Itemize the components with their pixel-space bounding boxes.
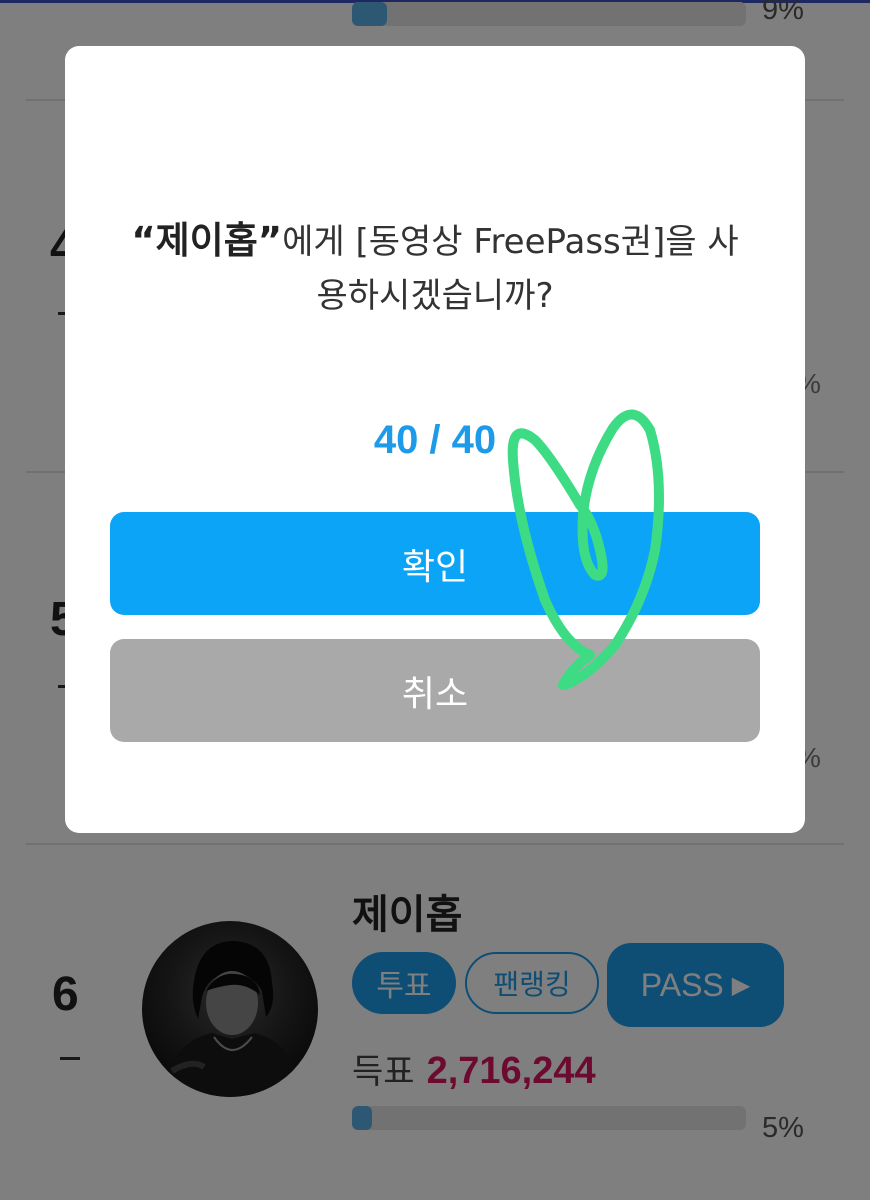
heart-doodle-icon <box>507 409 664 690</box>
freepass-counter: 40 / 40 <box>373 418 497 462</box>
dialog-message-line-2: 용하시겠습니까? <box>316 276 554 316</box>
dialog-artist-name: “제이홉” <box>131 219 283 262</box>
dialog-message-line-1: 에게 [동영상 FreePass권]을 사 <box>282 222 739 262</box>
dialog-message: “제이홉”에게 [동영상 FreePass권]을 사 용하시겠습니까? <box>95 214 775 323</box>
confirm-dialog: “제이홉”에게 [동영상 FreePass권]을 사 용하시겠습니까? 40 /… <box>65 46 805 833</box>
